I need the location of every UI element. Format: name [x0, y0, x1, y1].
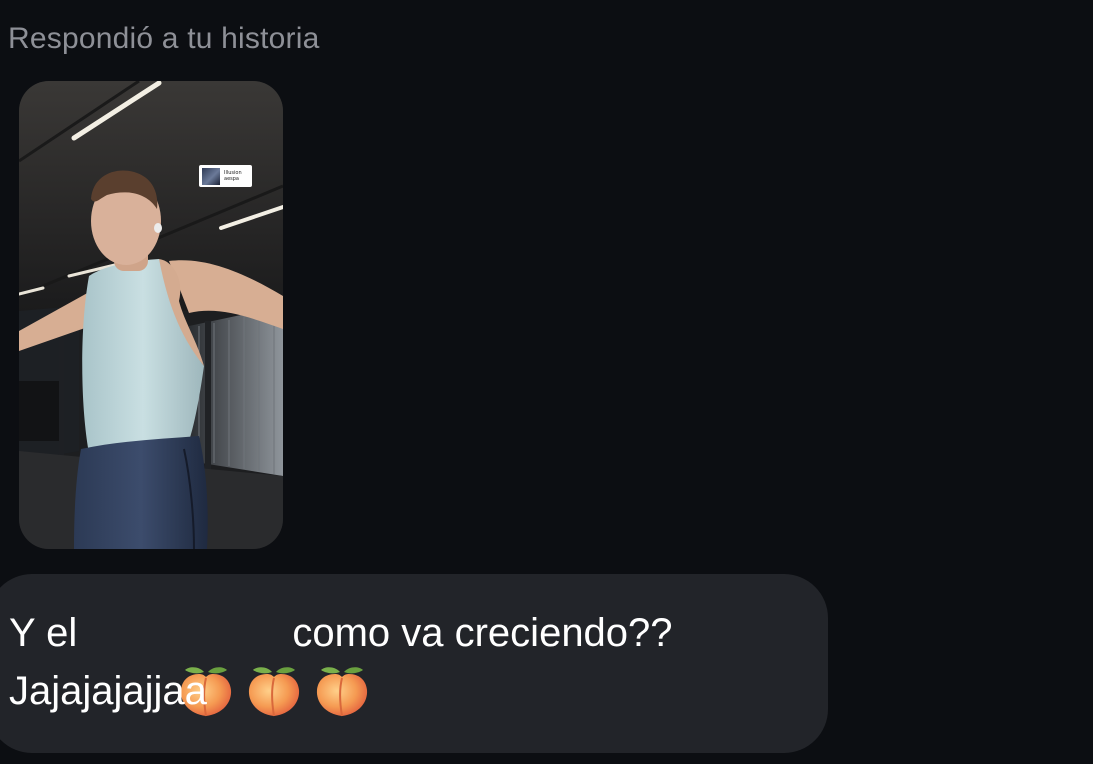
peach-emoji-icon	[88, 604, 232, 717]
message-text-start: Y el	[9, 611, 89, 655]
chat-screen: Respondió a tu historia Illusion aespa Y…	[0, 0, 1093, 764]
message-text-line2: Jajajajajjaa	[9, 669, 207, 713]
peach-emoji-icon	[224, 604, 368, 717]
music-sticker[interactable]: Illusion aespa	[199, 165, 252, 187]
album-cover-icon	[202, 167, 220, 185]
story-preview[interactable]: Illusion aespa	[19, 81, 283, 549]
sticker-artist: aespa	[224, 176, 239, 182]
message-text: Y el como va creciendo?? Jajajajajjaa	[9, 604, 809, 720]
peach-emoji-icon	[156, 604, 300, 717]
story-reply-label: Respondió a tu historia	[8, 22, 320, 55]
story-image	[19, 81, 283, 549]
message-text-end: como va creciendo??	[292, 611, 673, 655]
